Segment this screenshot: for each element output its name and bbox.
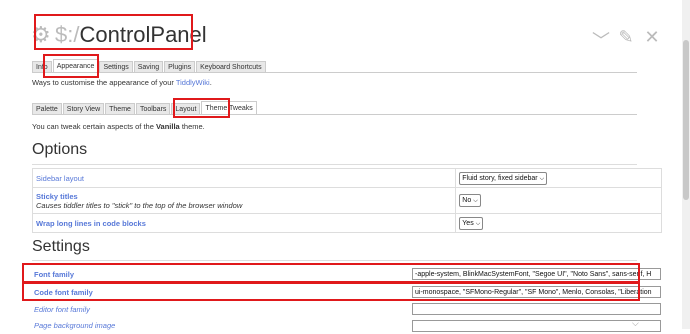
annotation-box-font-family bbox=[22, 263, 640, 283]
option-row-sidebar-layout: Sidebar layout Fluid story, fixed sideba… bbox=[31, 168, 662, 188]
tab-divider bbox=[32, 72, 637, 73]
theme-tweaks-description: You can tweak certain aspects of the Van… bbox=[32, 122, 205, 131]
sidebar-layout-select[interactable]: Fluid story, fixed sidebar ⌵ bbox=[459, 171, 548, 185]
chevron-down-icon: ⌵ bbox=[475, 220, 481, 227]
sidebar-layout-label[interactable]: Sidebar layout bbox=[36, 174, 84, 183]
appearance-description: Ways to customise the appearance of your… bbox=[32, 78, 212, 87]
settings-heading: Settings bbox=[32, 238, 90, 255]
page-background-image-label[interactable]: Page background image bbox=[32, 321, 379, 330]
setting-row-page-background-image: Page background image bbox=[32, 316, 661, 334]
theme-name: Vanilla bbox=[155, 122, 180, 131]
option-row-wrap-lines: Wrap long lines in code blocks Yes ⌵ bbox=[31, 213, 662, 233]
editor-font-family-input[interactable] bbox=[412, 303, 661, 315]
tiddler-toolbar: ﹀ ✎ ✕ bbox=[592, 27, 660, 53]
options-table: Sidebar layout Fluid story, fixed sideba… bbox=[31, 168, 662, 233]
settings-rule bbox=[32, 260, 637, 261]
subtab-divider bbox=[32, 114, 637, 115]
chevron-down-icon: ⌵ bbox=[539, 175, 545, 182]
options-rule bbox=[32, 164, 637, 165]
wrap-lines-label[interactable]: Wrap long lines in code blocks bbox=[36, 219, 146, 228]
chevron-down-icon: ⌵ bbox=[473, 198, 478, 204]
sticky-titles-select[interactable]: No ⌵ bbox=[459, 194, 481, 207]
annotation-box-title bbox=[34, 14, 193, 50]
editor-font-family-label[interactable]: Editor font family bbox=[32, 305, 379, 314]
tiddlywiki-link[interactable]: TiddlyWiki bbox=[176, 78, 210, 87]
page-background-image-input[interactable] bbox=[412, 320, 661, 332]
close-icon[interactable]: ✕ bbox=[644, 27, 660, 53]
option-row-sticky-titles: Sticky titles Causes tiddler titles to "s… bbox=[31, 187, 662, 214]
annotation-box-appearance bbox=[43, 54, 99, 78]
chevron-down-icon[interactable]: ⌵ bbox=[632, 318, 639, 329]
annotation-box-theme-tweaks bbox=[173, 98, 230, 118]
collapse-icon[interactable]: ﹀ bbox=[592, 27, 610, 53]
wrap-lines-select[interactable]: Yes ⌵ bbox=[459, 216, 484, 230]
annotation-box-code-font-family bbox=[22, 282, 640, 301]
options-heading: Options bbox=[32, 141, 88, 158]
sticky-titles-label[interactable]: Sticky titles bbox=[36, 192, 78, 201]
edit-icon[interactable]: ✎ bbox=[618, 27, 634, 53]
scrollbar-thumb[interactable] bbox=[683, 40, 689, 200]
sticky-titles-hint: Causes tiddler titles to "stick" to the … bbox=[36, 200, 243, 210]
